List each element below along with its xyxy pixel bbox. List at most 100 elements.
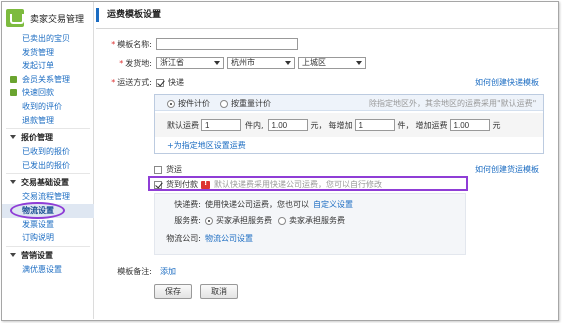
sidebar-item[interactable]: 退款管理 [2, 114, 94, 128]
express-label: 快递 [168, 78, 184, 87]
cod-fee-text: 使用快递公司运费，您也可以 [205, 200, 309, 209]
sidebar-group[interactable]: 营销设置 [2, 248, 94, 263]
cod-label: 货到付款 [166, 180, 198, 189]
collapse-triangle-icon [10, 135, 16, 140]
remark-label: 模板备注: [117, 267, 152, 276]
sidebar-item[interactable]: 已发出的报价 [2, 159, 94, 173]
sidebar-item-label: 已收到的报价 [22, 147, 70, 157]
default-fee-label: 默认运费 [167, 120, 199, 130]
cod-company-row: 物流公司: 物流公司设置 [161, 233, 253, 244]
by-weight-label: 按重量计价 [231, 99, 271, 108]
add-count-input[interactable] [354, 119, 395, 131]
cod-company-label: 物流公司: [166, 234, 201, 243]
sidebar-group-label: 交易基础设置 [21, 178, 69, 188]
express-settings-header: 按件计价 按重量计价 除指定地区外，其余地区的运费采用"默认运费" [155, 95, 543, 111]
default-fee-hint: 除指定地区外，其余地区的运费采用"默认运费" [369, 99, 537, 108]
each-add-label: 每增加 [328, 120, 353, 130]
first-fee-input[interactable] [267, 119, 308, 131]
sidebar: 卖家交易管理 已卖出的宝贝 发货管理发起订单会员关系管理 快速回款收到的评价退款管理… [2, 2, 94, 319]
freight-row: 货运 [154, 164, 182, 175]
sidebar-item[interactable]: 快速回款 [2, 86, 94, 100]
save-button[interactable]: 保存 [154, 284, 192, 299]
sidebar-item[interactable]: 收到的评价 [2, 100, 94, 114]
origin-row: * 发货地: 浙江省 杭州市 上城区 [96, 57, 366, 69]
sidebar-item-label: 已卖出的宝贝 [22, 34, 70, 43]
specify-region-link[interactable]: +为指定地区设置运费 [167, 140, 246, 151]
freight-help-link[interactable]: 如何创建货运模板 [475, 164, 539, 175]
cod-checkbox[interactable] [154, 180, 162, 189]
province-select[interactable]: 浙江省 [156, 57, 224, 69]
sidebar-item-label: 满优惠设置 [22, 264, 62, 274]
sidebar-item[interactable]: 满优惠设置 [2, 263, 94, 277]
sidebar-divider [6, 245, 90, 247]
sidebar-group-label: 报价管理 [21, 133, 53, 143]
trade-logo-icon [6, 9, 24, 27]
sidebar-brand: 卖家交易管理 [6, 6, 93, 30]
freight-label: 货运 [166, 165, 182, 174]
sidebar-item[interactable]: 订购说明 [2, 231, 94, 245]
add-fee-label: 增加运费 [415, 120, 448, 130]
chevron-down-icon [356, 61, 362, 65]
remark-row: 模板备注: 添加 [96, 266, 176, 277]
company-settings-link[interactable]: 物流公司设置 [205, 233, 253, 244]
sidebar-item-label: 退款管理 [22, 115, 54, 125]
buyer-pays-radio[interactable] [205, 216, 213, 225]
freight-checkbox[interactable] [154, 165, 162, 174]
unit-yuan-label-2: 元 [492, 120, 501, 130]
by-weight-radio[interactable] [220, 99, 228, 108]
chevron-down-icon [285, 61, 291, 65]
seller-pays-radio[interactable] [278, 216, 286, 225]
sidebar-item-label: 订购说明 [22, 233, 54, 243]
sidebar-item-label: 收到的评价 [22, 101, 62, 111]
title-divider [96, 28, 558, 29]
origin-label: * 发货地: [119, 58, 152, 68]
express-row: * 运送方式: 快递 [96, 77, 184, 88]
sidebar-group[interactable]: 交易基础设置 [2, 175, 94, 190]
active-highlight-circle [10, 201, 65, 219]
express-settings-box: 按件计价 按重量计价 除指定地区外，其余地区的运费采用"默认运费" 默认运费 件… [154, 94, 544, 154]
express-help-link[interactable]: 如何创建快递模板 [475, 77, 539, 88]
sidebar-item[interactable]: 物流设置 [2, 201, 94, 219]
add-remark-link[interactable]: 添加 [160, 266, 176, 277]
district-select[interactable]: 上城区 [298, 57, 366, 69]
sidebar-item[interactable]: 会员关系管理 [2, 73, 94, 87]
add-fee-input[interactable] [449, 119, 490, 131]
sidebar-item[interactable]: 发票设置 [2, 218, 94, 232]
buyer-pays-label: 买家承担服务费 [216, 216, 272, 225]
collapse-triangle-icon [10, 180, 16, 185]
sidebar-item[interactable]: 已收到的报价 [2, 145, 94, 159]
default-fee-row: 默认运费 件内, 元， 每增加 件， 增加运费 元 [155, 113, 543, 137]
sidebar-item-label: 会员关系管理 [22, 74, 70, 84]
cod-detail-box: 快递费: 使用快递公司运费，您也可以 自定义设置 服务费: 买家承担服务费 卖家… [154, 193, 466, 255]
chevron-down-icon [214, 61, 220, 65]
warning-icon [201, 179, 210, 189]
collapse-triangle-icon [10, 252, 16, 257]
action-buttons: 保存 取消 [154, 284, 238, 299]
cancel-button[interactable]: 取消 [200, 284, 238, 299]
pricing-options: 按件计价 按重量计价 [167, 98, 271, 109]
by-piece-radio[interactable] [167, 99, 175, 108]
cod-row: 货到付款 默认快递费采用快递公司运费，您可以自行修改 [154, 179, 382, 190]
shipping-label: * 运送方式: [111, 78, 152, 87]
cod-service-label: 服务费: [174, 216, 201, 225]
custom-fee-link[interactable]: 自定义设置 [313, 199, 353, 210]
sidebar-item-label: 发起订单 [22, 61, 54, 71]
unit-piece-label-2: 件， [397, 120, 414, 130]
sidebar-group[interactable]: 报价管理 [2, 130, 94, 145]
sidebar-item[interactable]: 已卖出的宝贝 [2, 32, 94, 46]
city-select[interactable]: 杭州市 [227, 57, 295, 69]
sidebar-divider [6, 128, 90, 130]
seller-pays-label: 卖家承担服务费 [289, 216, 345, 225]
first-count-input[interactable] [201, 119, 241, 131]
sidebar-item-label: 交易流程管理 [22, 192, 70, 202]
sidebar-item-label: 快速回款 [22, 88, 54, 98]
template-name-input[interactable] [156, 38, 298, 50]
express-checkbox[interactable] [156, 78, 164, 87]
unit-piece-label: 件内, [245, 120, 264, 130]
template-name-row: * 模板名称: [96, 38, 298, 50]
sidebar-item-label: 发货管理 [22, 47, 54, 57]
sidebar-title: 卖家交易管理 [30, 14, 85, 25]
sidebar-item[interactable]: 发货管理 [2, 46, 94, 60]
cod-fee-label: 快递费: [174, 200, 201, 209]
sidebar-item[interactable]: 发起订单 [2, 59, 94, 73]
